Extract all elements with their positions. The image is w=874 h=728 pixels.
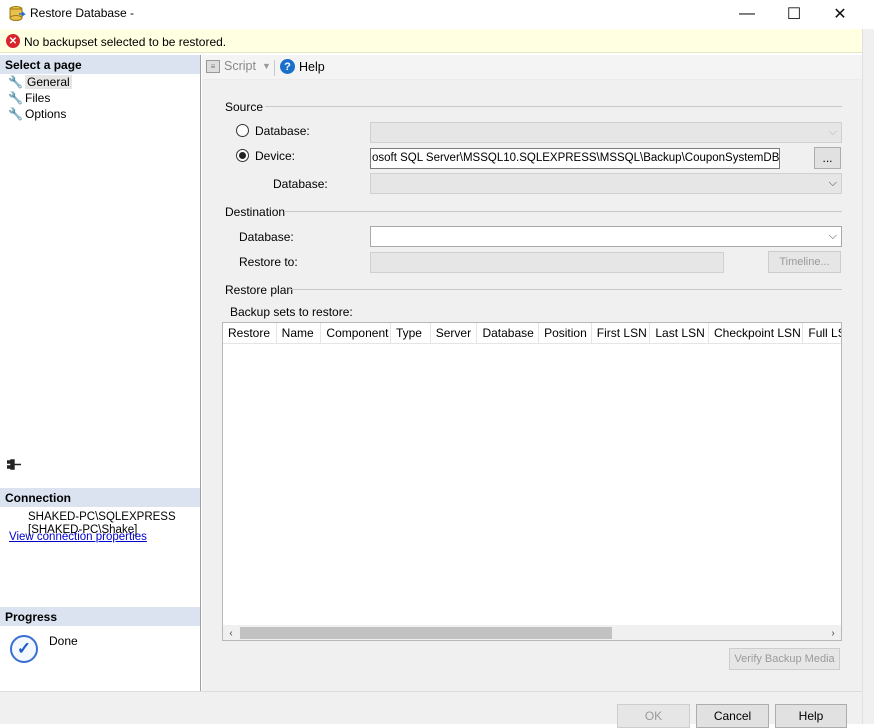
page-item-options[interactable]: 🔧 Options: [8, 106, 66, 122]
maximize-button[interactable]: ☐: [771, 0, 817, 28]
help-icon: ?: [280, 59, 295, 74]
grid-header: Restore Name Component Type Server Datab…: [223, 323, 841, 344]
column-header-full-lsn[interactable]: Full LS: [803, 323, 841, 344]
ok-button[interactable]: OK: [617, 704, 690, 728]
device-radio-label: Device:: [255, 149, 296, 163]
restore-plan-group-label: Restore plan: [225, 283, 294, 297]
view-connection-properties-link[interactable]: View connection properties: [9, 531, 147, 543]
device-radio[interactable]: [236, 149, 249, 162]
database-radio[interactable]: [236, 124, 249, 137]
script-button[interactable]: ≡ Script ▼: [206, 59, 271, 73]
script-icon: ≡: [206, 59, 220, 73]
source-group-label: Source: [225, 100, 264, 114]
chevron-down-icon: ⌵: [828, 177, 837, 189]
column-header-position[interactable]: Position: [539, 323, 592, 344]
backup-sets-label: Backup sets to restore:: [230, 305, 353, 319]
device-path-input[interactable]: osoft SQL Server\MSSQL10.SQLEXPRESS\MSSQ…: [370, 148, 780, 169]
source-divider: [265, 106, 842, 107]
toolbar: ≡ Script ▼ ? Help: [202, 55, 862, 80]
progress-status: Done: [49, 634, 78, 648]
scroll-right-icon[interactable]: ›: [825, 625, 841, 640]
title-bar: Restore Database - — ☐ ✕: [0, 0, 874, 29]
chevron-down-icon: ⌵: [828, 126, 837, 138]
database-radio-label: Database:: [255, 124, 310, 138]
chevron-down-icon[interactable]: ▼: [262, 61, 271, 71]
database-restore-icon: [8, 5, 26, 23]
destination-divider: [284, 211, 842, 212]
column-header-server[interactable]: Server: [431, 323, 478, 344]
verify-backup-media-button: Verify Backup Media: [729, 648, 840, 670]
checkmark-icon: ✓: [10, 635, 38, 663]
source-database-combo[interactable]: ⌵: [370, 122, 842, 143]
destination-database-label: Database:: [239, 230, 294, 244]
column-header-checkpoint-lsn[interactable]: Checkpoint LSN: [709, 323, 804, 344]
connection-plug-icon: [6, 458, 22, 472]
page-item-label: Files: [25, 91, 51, 105]
column-header-database[interactable]: Database: [477, 323, 540, 344]
destination-database-combo[interactable]: ⌵: [370, 226, 842, 247]
restore-plan-divider: [290, 289, 842, 290]
select-page-header: Select a page: [0, 55, 200, 74]
destination-group-label: Destination: [225, 205, 286, 219]
backup-sets-grid[interactable]: Restore Name Component Type Server Datab…: [222, 322, 842, 641]
error-bar: ✕ No backupset selected to be restored.: [0, 29, 862, 53]
vertical-scrollbar[interactable]: [862, 29, 874, 724]
device-database-label: Database:: [273, 177, 328, 191]
connection-server: SHAKED-PC\SQLEXPRESS: [28, 511, 176, 523]
device-database-combo[interactable]: ⌵: [370, 173, 842, 194]
cancel-button[interactable]: Cancel: [696, 704, 769, 728]
error-icon: ✕: [6, 34, 20, 48]
progress-header: Progress: [0, 607, 200, 626]
column-header-component[interactable]: Component: [321, 323, 391, 344]
chevron-down-icon: ⌵: [828, 230, 837, 242]
help-label: Help: [299, 59, 325, 74]
wrench-icon: 🔧: [8, 90, 23, 105]
toolbar-separator: [274, 60, 275, 76]
radio-selected-dot: [239, 152, 246, 159]
timeline-button: Timeline...: [768, 251, 841, 273]
wrench-icon: 🔧: [8, 74, 23, 89]
page-item-general[interactable]: 🔧 General: [8, 74, 72, 90]
page-item-label: Options: [25, 107, 67, 121]
script-label: Script: [224, 59, 256, 73]
window-title: Restore Database -: [30, 6, 135, 20]
column-header-restore[interactable]: Restore: [223, 323, 277, 344]
left-panel: Select a page 🔧 General 🔧 Files 🔧 Option…: [0, 55, 201, 691]
page-item-label: General: [25, 75, 72, 89]
horizontal-scrollbar[interactable]: ‹ ›: [223, 625, 841, 640]
toolbar-help-button[interactable]: ? Help: [280, 59, 325, 74]
scroll-left-icon[interactable]: ‹: [223, 625, 239, 640]
scrollbar-thumb[interactable]: [240, 627, 612, 639]
column-header-type[interactable]: Type: [391, 323, 431, 344]
restore-to-label: Restore to:: [239, 255, 298, 269]
connection-header: Connection: [0, 488, 200, 507]
page-item-files[interactable]: 🔧 Files: [8, 90, 50, 106]
close-button[interactable]: ✕: [817, 0, 863, 28]
error-message: No backupset selected to be restored.: [24, 35, 227, 49]
restore-to-input: [370, 252, 724, 273]
minimize-button[interactable]: —: [724, 0, 770, 28]
column-header-last-lsn[interactable]: Last LSN: [650, 323, 710, 344]
column-header-name[interactable]: Name: [277, 323, 322, 344]
browse-device-button[interactable]: ...: [814, 147, 841, 169]
help-button[interactable]: Help: [775, 704, 847, 728]
column-header-first-lsn[interactable]: First LSN: [592, 323, 651, 344]
wrench-icon: 🔧: [8, 106, 23, 121]
